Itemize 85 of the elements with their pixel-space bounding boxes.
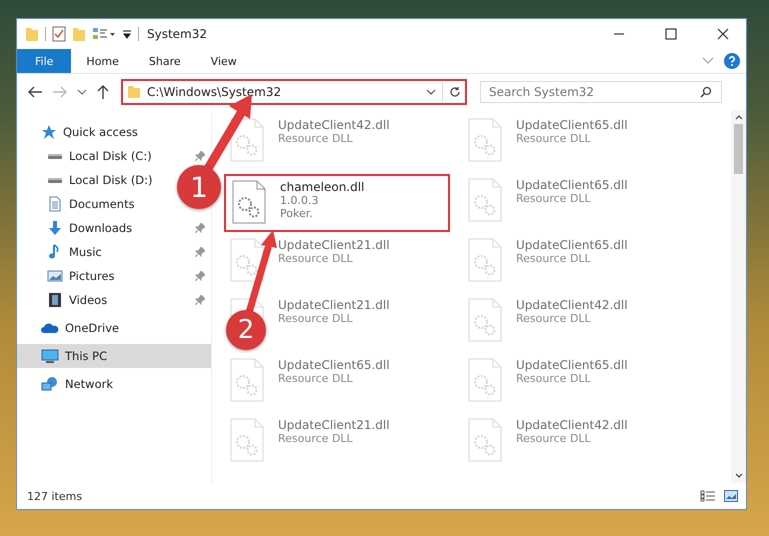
sidebar-item[interactable]: Documents <box>47 196 135 212</box>
scroll-up-icon[interactable] <box>734 114 742 120</box>
dll-file-icon <box>468 178 502 222</box>
document-icon <box>47 196 63 212</box>
sidebar-item[interactable]: OneDrive <box>17 316 211 340</box>
file-description: Resource DLL <box>516 312 592 325</box>
dll-file-icon <box>468 118 502 162</box>
down-arrow-icon <box>47 220 63 236</box>
ribbon-tab[interactable]: View <box>196 49 252 73</box>
folder-icon <box>127 85 141 99</box>
back-icon[interactable] <box>27 85 43 99</box>
file-description: Resource DLL <box>278 132 354 145</box>
sidebar-item[interactable]: Network <box>17 372 211 396</box>
search-icon[interactable] <box>700 86 712 98</box>
file-description: Resource DLL <box>516 192 592 205</box>
close-icon <box>717 28 729 40</box>
sidebar-item[interactable]: Quick access <box>17 120 211 144</box>
search-field[interactable]: Search System32 <box>480 81 722 103</box>
help-icon[interactable] <box>724 53 740 69</box>
network-icon <box>41 376 59 392</box>
dll-file-icon <box>230 238 264 282</box>
film-icon <box>47 292 63 308</box>
file-description: Resource DLL <box>278 372 354 385</box>
file-name: UpdateClient65.dll <box>516 358 628 372</box>
details-view-icon[interactable] <box>700 490 716 502</box>
picture-icon <box>47 268 63 284</box>
file-description: Resource DLL <box>278 312 354 325</box>
file-description: Resource DLL <box>516 252 592 265</box>
file-name: UpdateClient65.dll <box>516 238 628 252</box>
file-name: UpdateClient65.dll <box>516 178 628 192</box>
maximize-icon <box>665 28 677 40</box>
dropdown-icon[interactable] <box>426 88 436 96</box>
file-description: Resource DLL <box>278 432 354 445</box>
sidebar-item[interactable]: This PC <box>17 344 211 368</box>
sidebar-item[interactable]: Downloads <box>47 220 132 236</box>
dll-file-icon <box>468 418 502 462</box>
properties-icon[interactable] <box>52 26 66 42</box>
file-name: UpdateClient42.dll <box>278 118 390 132</box>
file-item[interactable]: chameleon.dll 1.0.0.3 Poker. <box>224 174 450 232</box>
dll-file-icon <box>230 118 264 162</box>
file-description: Resource DLL <box>516 432 592 445</box>
dll-file-icon <box>468 358 502 402</box>
customize-toolbar-icon[interactable] <box>92 26 116 42</box>
sidebar-item[interactable]: Local Disk (C:) <box>47 149 152 163</box>
file-name: UpdateClient65.dll <box>516 118 628 132</box>
file-name: UpdateClient65.dll <box>278 358 390 372</box>
scroll-down-icon[interactable] <box>734 473 742 479</box>
file-name: UpdateClient21.dll <box>278 238 390 252</box>
item-count: 127 items <box>27 490 82 502</box>
recent-locations-icon[interactable] <box>77 88 87 96</box>
dll-file-icon <box>232 180 266 224</box>
monitor-icon <box>41 348 59 364</box>
file-name: UpdateClient42.dll <box>516 298 628 312</box>
sidebar-item[interactable]: Pictures <box>47 268 115 284</box>
file-name: UpdateClient42.dll <box>516 418 628 432</box>
file-name: UpdateClient21.dll <box>278 298 390 312</box>
sidebar-item[interactable]: Local Disk (D:) <box>47 173 153 187</box>
file-description: Resource DLL <box>278 252 354 265</box>
scrollbar-thumb[interactable] <box>734 124 743 174</box>
drive-icon <box>47 176 63 184</box>
file-name: UpdateClient21.dll <box>278 418 390 432</box>
minimize-icon <box>613 33 625 35</box>
sidebar-item[interactable]: Music <box>47 244 102 260</box>
ribbon-tab[interactable]: Share <box>134 49 196 73</box>
dll-file-icon <box>468 238 502 282</box>
ribbon-tab[interactable]: Home <box>71 49 134 73</box>
up-icon[interactable] <box>96 84 110 100</box>
dll-file-icon <box>230 358 264 402</box>
refresh-icon[interactable] <box>449 86 461 98</box>
file-detail: 1.0.0.3 <box>280 194 320 207</box>
drive-icon <box>47 152 63 160</box>
file-detail: Poker. <box>280 207 314 220</box>
large-icons-view-icon[interactable] <box>724 490 738 502</box>
file-name: chameleon.dll <box>280 180 364 194</box>
star-icon <box>41 124 57 140</box>
dll-file-icon <box>230 418 264 462</box>
sidebar-item[interactable]: Videos <box>47 292 108 308</box>
file-description: Resource DLL <box>516 372 592 385</box>
dll-file-icon <box>468 298 502 342</box>
file-description: Resource DLL <box>516 132 592 145</box>
window-title: System32 <box>147 27 208 41</box>
expand-ribbon-icon[interactable] <box>702 57 714 65</box>
file-tab[interactable]: File <box>17 49 72 73</box>
address-bar[interactable]: C:\Windows\System32 <box>121 79 467 105</box>
vertical-scrollbar[interactable] <box>731 110 746 483</box>
